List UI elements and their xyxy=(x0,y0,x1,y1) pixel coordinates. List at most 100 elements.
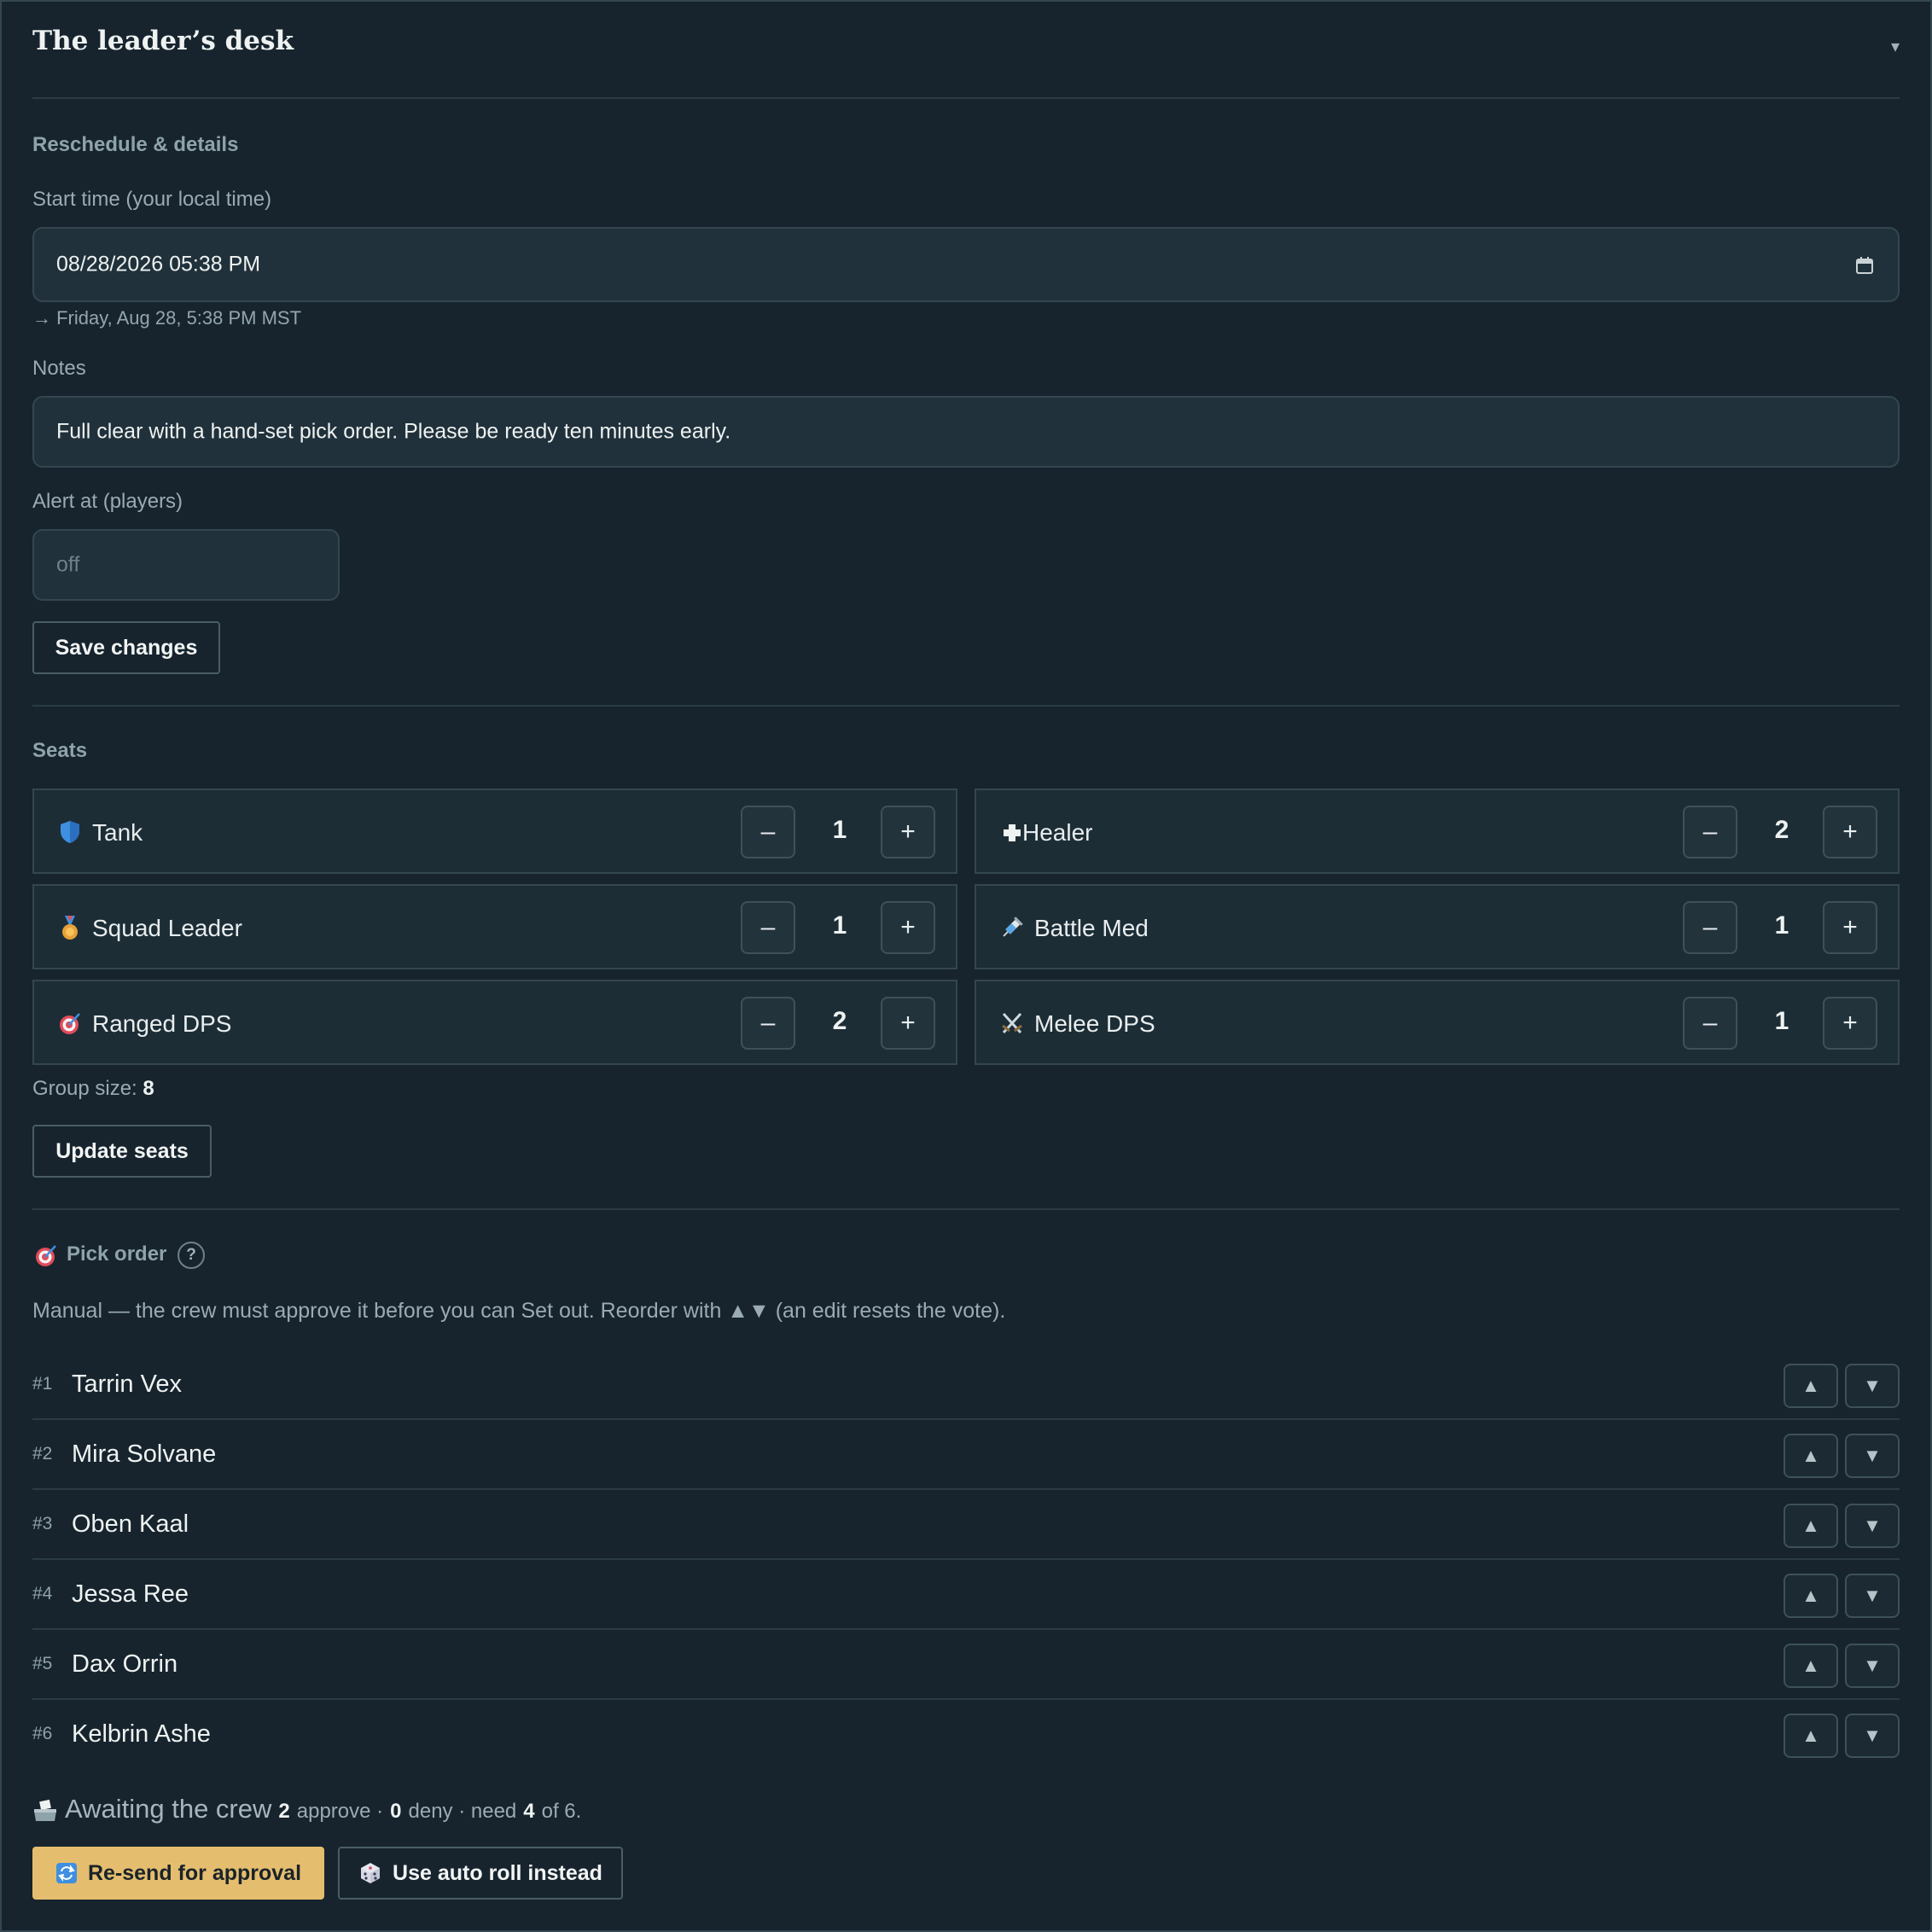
pick-rank: #5 xyxy=(32,1654,53,1673)
approve-count: 2 xyxy=(278,1800,290,1823)
vote-status: Awaiting the crew 2 approve · 0 deny · n… xyxy=(32,1794,581,1828)
seat-name: Squad Leader xyxy=(92,915,242,941)
move-down-button[interactable]: ▼ xyxy=(1845,1434,1900,1478)
details-section-title: Reschedule & details xyxy=(32,133,239,156)
ranged-dps-count: 2 xyxy=(832,1007,847,1035)
battle-med-increase-button[interactable]: + xyxy=(1823,901,1877,954)
move-down-button[interactable]: ▼ xyxy=(1845,1714,1900,1758)
calendar-icon[interactable] xyxy=(1855,256,1874,275)
need-count: 4 xyxy=(523,1800,535,1823)
ranged-dps-decrease-button[interactable]: – xyxy=(741,997,795,1050)
player-name: Tarrin Vex xyxy=(72,1370,182,1398)
seat-name: Ranged DPS xyxy=(92,1010,232,1037)
battle-med-count: 1 xyxy=(1774,911,1789,940)
move-up-button[interactable]: ▲ xyxy=(1784,1574,1838,1618)
crossed-swords-icon xyxy=(1002,1012,1022,1034)
seat-row-squad-leader: Squad Leader – 1 + xyxy=(32,884,957,969)
panel-header[interactable]: The leader’s desk ▾ xyxy=(32,0,1900,99)
pick-order-description: Manual — the crew must approve it before… xyxy=(32,1299,1006,1323)
move-down-button[interactable]: ▼ xyxy=(1845,1364,1900,1408)
pick-rank: #3 xyxy=(32,1514,53,1533)
tank-decrease-button[interactable]: – xyxy=(741,806,795,858)
start-time-input[interactable]: 08/28/2026 05:38 PM xyxy=(32,227,1900,302)
alert-placeholder: off xyxy=(56,552,80,577)
pick-rank: #1 xyxy=(32,1374,53,1394)
player-name: Oben Kaal xyxy=(72,1510,189,1538)
update-seats-button[interactable]: Update seats xyxy=(32,1125,212,1178)
divider xyxy=(32,705,1900,707)
vote-status-title: Awaiting the crew xyxy=(65,1794,272,1824)
player-name: Mira Solvane xyxy=(72,1440,217,1468)
alert-label: Alert at (players) xyxy=(32,490,183,513)
resend-approval-label: Re-send for approval xyxy=(87,1860,302,1885)
seat-name: Melee DPS xyxy=(1034,1010,1155,1037)
seat-row-battle-med: Battle Med – 1 + xyxy=(975,884,1900,969)
move-up-button[interactable]: ▲ xyxy=(1784,1644,1838,1688)
pick-rank: #2 xyxy=(32,1444,53,1464)
melee-dps-count: 1 xyxy=(1774,1007,1789,1035)
notes-input[interactable]: Full clear with a hand-set pick order. P… xyxy=(32,396,1900,468)
start-time-hint: → Friday, Aug 28, 5:38 PM MST xyxy=(32,307,302,329)
start-time-label: Start time (your local time) xyxy=(32,188,272,211)
pick-row: #6 Kelbrin Ashe ▲ ▼ xyxy=(32,1700,1900,1770)
pick-rank: #4 xyxy=(32,1584,53,1603)
pick-row: #3 Oben Kaal ▲ ▼ xyxy=(32,1490,1900,1560)
save-changes-button[interactable]: Save changes xyxy=(32,621,220,674)
need-suffix: of 6. xyxy=(541,1800,582,1823)
ranged-dps-increase-button[interactable]: + xyxy=(881,997,935,1050)
move-down-button[interactable]: ▼ xyxy=(1845,1644,1900,1688)
seats-section-title: Seats xyxy=(32,739,88,762)
move-down-button[interactable]: ▼ xyxy=(1845,1504,1900,1548)
move-down-button[interactable]: ▼ xyxy=(1845,1574,1900,1618)
panel-title: The leader’s desk xyxy=(32,26,294,56)
seat-row-healer: Healer – 2 + xyxy=(975,789,1900,874)
alert-input[interactable]: off xyxy=(32,529,340,601)
auto-roll-button[interactable]: Use auto roll instead xyxy=(338,1847,623,1900)
group-size: Group size: 8 xyxy=(32,1077,154,1101)
resend-approval-button[interactable]: Re-send for approval xyxy=(32,1847,324,1900)
target-icon xyxy=(36,1245,56,1266)
group-size-label: Group size: xyxy=(32,1077,137,1100)
help-icon[interactable]: ? xyxy=(177,1242,205,1269)
move-up-button[interactable]: ▲ xyxy=(1784,1364,1838,1408)
melee-dps-decrease-button[interactable]: – xyxy=(1683,997,1737,1050)
squad-leader-increase-button[interactable]: + xyxy=(881,901,935,954)
melee-dps-increase-button[interactable]: + xyxy=(1823,997,1877,1050)
approve-label: approve · xyxy=(296,1800,384,1823)
seat-name: Tank xyxy=(92,819,143,846)
tank-increase-button[interactable]: + xyxy=(881,806,935,858)
leader-desk-panel: The leader’s desk ▾ Reschedule & details… xyxy=(32,0,1900,1900)
player-name: Jessa Ree xyxy=(72,1580,189,1608)
deny-count: 0 xyxy=(390,1800,402,1823)
move-up-button[interactable]: ▲ xyxy=(1784,1504,1838,1548)
ballot-box-icon xyxy=(34,1799,56,1821)
target-icon xyxy=(60,1013,80,1034)
divider xyxy=(32,1208,1900,1210)
deny-label: deny · need xyxy=(408,1800,517,1823)
pick-order-title: Pick order xyxy=(67,1242,167,1266)
tank-count: 1 xyxy=(832,816,847,844)
move-up-button[interactable]: ▲ xyxy=(1784,1434,1838,1478)
healer-count: 2 xyxy=(1774,816,1789,844)
pick-row: #5 Dax Orrin ▲ ▼ xyxy=(32,1630,1900,1700)
seat-name: Battle Med xyxy=(1034,915,1149,941)
notes-value: Full clear with a hand-set pick order. P… xyxy=(56,419,731,444)
healer-increase-button[interactable]: + xyxy=(1823,806,1877,858)
seat-row-ranged-dps: Ranged DPS – 2 + xyxy=(32,980,957,1065)
squad-leader-decrease-button[interactable]: – xyxy=(741,901,795,954)
collapse-chevron-icon[interactable]: ▾ xyxy=(1891,36,1900,57)
repeat-icon xyxy=(55,1863,77,1883)
cross-icon xyxy=(1004,824,1021,841)
pick-row: #2 Mira Solvane ▲ ▼ xyxy=(32,1420,1900,1490)
squad-leader-count: 1 xyxy=(832,911,847,940)
pick-rank: #6 xyxy=(32,1724,53,1743)
battle-med-decrease-button[interactable]: – xyxy=(1683,901,1737,954)
syringe-icon xyxy=(1003,917,1023,937)
pick-row: #4 Jessa Ree ▲ ▼ xyxy=(32,1560,1900,1630)
start-time-value: 08/28/2026 05:38 PM xyxy=(56,252,261,276)
notes-label: Notes xyxy=(32,357,86,380)
move-up-button[interactable]: ▲ xyxy=(1784,1714,1838,1758)
seat-name: Healer xyxy=(1022,819,1093,846)
healer-decrease-button[interactable]: – xyxy=(1683,806,1737,858)
medal-icon xyxy=(62,916,78,940)
